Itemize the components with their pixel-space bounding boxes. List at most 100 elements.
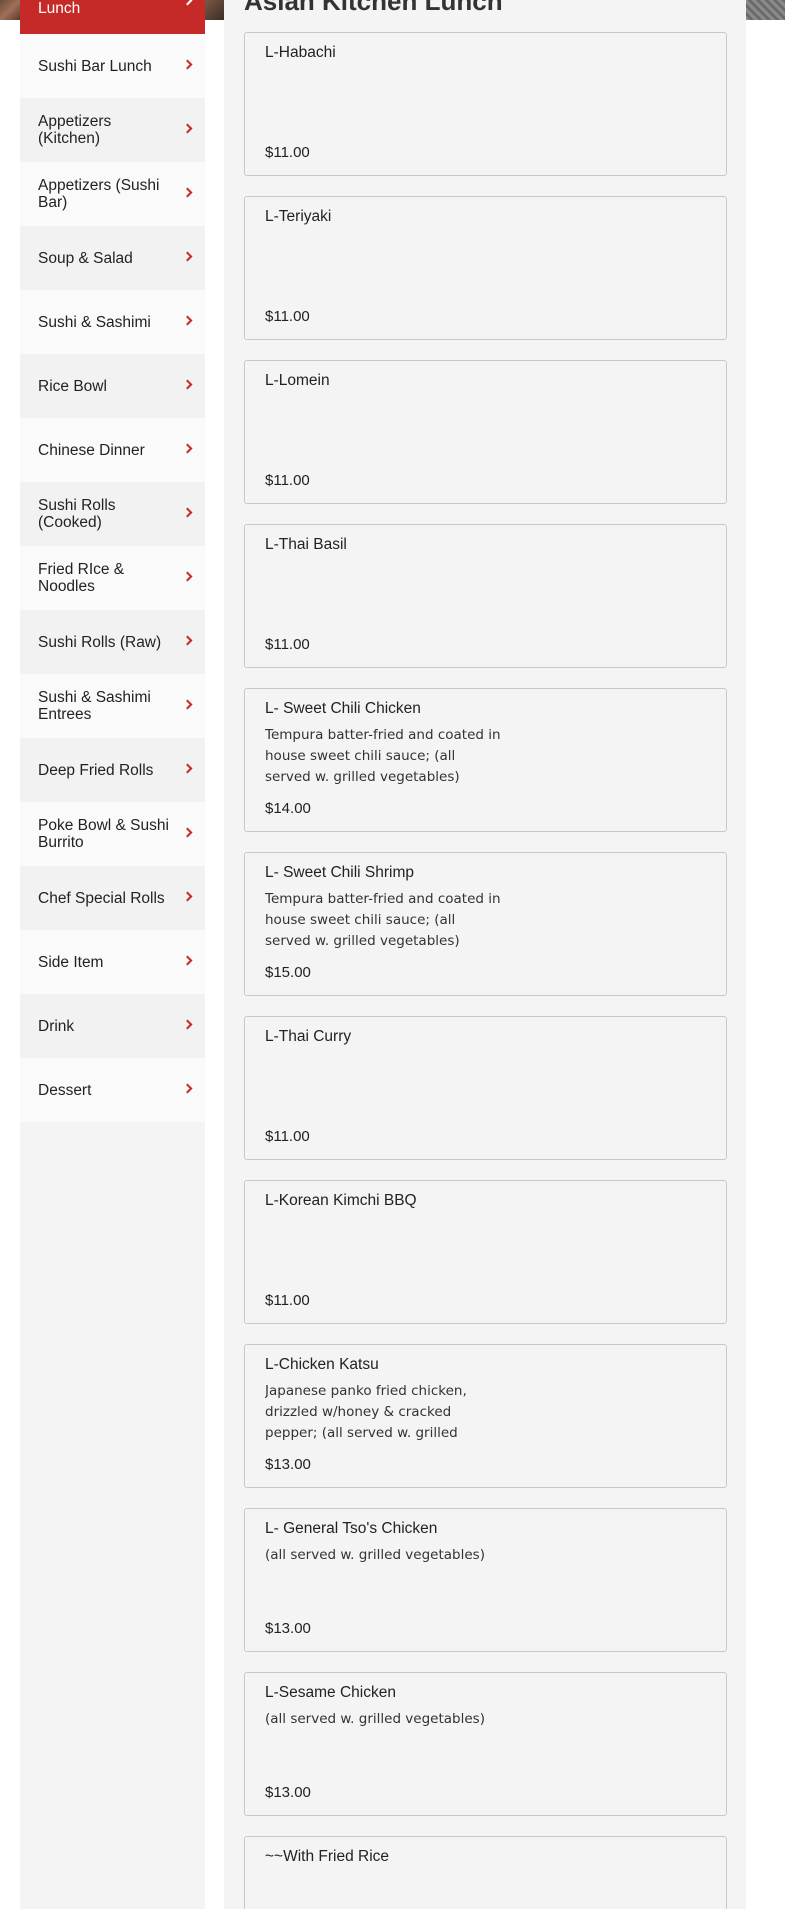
menu-item-card[interactable]: L-Thai Basil $11.00 — [244, 524, 727, 668]
sidebar-item-label: Appetizers (Kitchen) — [38, 113, 112, 147]
menu-item-name: L-Thai Curry — [265, 1028, 352, 1045]
menu-item-price: $13.00 — [265, 1784, 311, 1801]
menu-item-card[interactable]: L-Habachi $11.00 — [244, 32, 727, 176]
menu-item-price: $11.00 — [265, 1292, 310, 1309]
menu-item-description: Tempura batter-fried and coated in house… — [265, 727, 501, 785]
menu-item-price: $15.00 — [265, 964, 311, 981]
chevron-right-icon — [182, 1083, 193, 1094]
chevron-right-icon — [182, 827, 193, 838]
chevron-right-icon — [182, 955, 193, 966]
sidebar-item-label: Rice Bowl — [38, 377, 107, 395]
chevron-right-icon — [182, 699, 193, 710]
sidebar-item-label: Sushi & Sashimi — [38, 313, 151, 331]
chevron-right-icon — [182, 379, 193, 390]
menu-item-card[interactable]: ~~With Fried Rice — [244, 1836, 727, 1909]
page-title: Asian Kitchen Lunch — [244, 0, 503, 16]
sidebar-item-label: Poke Bowl & Sushi Burrito — [38, 817, 169, 851]
menu-item-card[interactable]: L-Lomein $11.00 — [244, 360, 727, 504]
header-photo-left — [0, 0, 20, 20]
menu-item-card[interactable]: L- Sweet Chili Chicken Tempura batter-fr… — [244, 688, 727, 832]
sidebar-item-sushi-sashimi-entrees[interactable]: Sushi & Sashimi Entrees — [20, 674, 205, 738]
sidebar-item-poke-bowl-sushi-burrito[interactable]: Poke Bowl & Sushi Burrito — [20, 802, 205, 866]
menu-item-name: L-Thai Basil — [265, 536, 347, 553]
sidebar-item-label: Deep Fried Rolls — [38, 761, 154, 779]
chevron-right-icon — [182, 1019, 193, 1030]
menu-item-card[interactable]: L-Korean Kimchi BBQ $11.00 — [244, 1180, 727, 1324]
menu-item-price: $13.00 — [265, 1456, 311, 1473]
chevron-right-icon — [182, 59, 193, 70]
menu-item-card[interactable]: L- General Tso's Chicken (all served w. … — [244, 1508, 727, 1652]
menu-item-price: $13.00 — [265, 1620, 311, 1637]
chevron-right-icon — [182, 251, 193, 262]
menu-item-card[interactable]: L-Chicken Katsu Japanese panko fried chi… — [244, 1344, 727, 1488]
sidebar-item-deep-fried-rolls[interactable]: Deep Fried Rolls — [20, 738, 205, 802]
menu-panel: Asian Kitchen Lunch L-Habachi $11.00 L-T… — [224, 0, 746, 1909]
menu-item-price: $11.00 — [265, 472, 310, 489]
sidebar-item-chef-special-rolls[interactable]: Chef Special Rolls — [20, 866, 205, 930]
chevron-right-icon — [182, 507, 193, 518]
menu-item-description: (all served w. grilled vegetables) — [265, 1711, 485, 1727]
sidebar-item-label: Appetizers (Sushi Bar) — [38, 177, 160, 211]
menu-item-name: L-Teriyaki — [265, 208, 332, 225]
menu-item-name: L-Habachi — [265, 44, 336, 61]
sidebar-item-rice-bowl[interactable]: Rice Bowl — [20, 354, 205, 418]
menu-item-price: $11.00 — [265, 144, 310, 161]
sidebar-item-soup-salad[interactable]: Soup & Salad — [20, 226, 205, 290]
chevron-right-icon — [182, 891, 193, 902]
category-sidebar: Lunch Sushi Bar Lunch Appetizers (Kitche… — [20, 0, 205, 1909]
menu-item-card[interactable]: L-Sesame Chicken (all served w. grilled … — [244, 1672, 727, 1816]
menu-item-price: $14.00 — [265, 800, 311, 817]
sidebar-item-lunch[interactable]: Lunch — [20, 0, 205, 34]
sidebar-item-label: Dessert — [38, 1081, 92, 1099]
chevron-right-icon — [182, 571, 193, 582]
sidebar-item-drink[interactable]: Drink — [20, 994, 205, 1058]
sidebar-item-label: Drink — [38, 1017, 75, 1035]
sidebar-item-sushi-sashimi[interactable]: Sushi & Sashimi — [20, 290, 205, 354]
menu-item-name: L- Sweet Chili Shrimp — [265, 864, 415, 881]
sidebar-item-fried-rice-noodles[interactable]: Fried RIce & Noodles — [20, 546, 205, 610]
menu-item-name: ~~With Fried Rice — [265, 1848, 390, 1865]
sidebar-item-sushi-bar-lunch[interactable]: Sushi Bar Lunch — [20, 34, 205, 98]
sidebar-item-label: Lunch — [38, 0, 81, 17]
sidebar-item-label: Fried RIce & Noodles — [38, 561, 125, 595]
sidebar-item-label: Chef Special Rolls — [38, 889, 165, 907]
sidebar-item-label: Soup & Salad — [38, 249, 133, 267]
menu-item-card[interactable]: L- Sweet Chili Shrimp Tempura batter-fri… — [244, 852, 727, 996]
menu-item-name: L-Chicken Katsu — [265, 1356, 379, 1373]
chevron-right-icon — [182, 187, 193, 198]
sidebar-item-label: Sushi Bar Lunch — [38, 57, 152, 75]
sidebar-item-appetizers-sushi-bar[interactable]: Appetizers (Sushi Bar) — [20, 162, 205, 226]
chevron-right-icon — [182, 443, 193, 454]
menu-item-name: L- Sweet Chili Chicken — [265, 700, 421, 717]
menu-item-description: Japanese panko fried chicken, drizzled w… — [265, 1383, 467, 1441]
sidebar-item-label: Sushi Rolls (Raw) — [38, 633, 162, 651]
sidebar-item-label: Side Item — [38, 953, 104, 971]
sidebar-item-chinese-dinner[interactable]: Chinese Dinner — [20, 418, 205, 482]
menu-item-name: L-Korean Kimchi BBQ — [265, 1192, 417, 1209]
chevron-right-icon — [182, 315, 193, 326]
menu-item-card[interactable]: L-Thai Curry $11.00 — [244, 1016, 727, 1160]
menu-item-description: (all served w. grilled vegetables) — [265, 1547, 485, 1563]
sidebar-item-label: Sushi Rolls (Cooked) — [38, 497, 116, 531]
chevron-right-icon — [182, 123, 193, 134]
chevron-right-icon — [182, 763, 193, 774]
menu-item-card[interactable]: L-Teriyaki $11.00 — [244, 196, 727, 340]
sidebar-item-appetizers-kitchen[interactable]: Appetizers (Kitchen) — [20, 98, 205, 162]
header-photo-right — [746, 0, 785, 20]
sidebar-item-sushi-rolls-cooked[interactable]: Sushi Rolls (Cooked) — [20, 482, 205, 546]
menu-item-name: L-Lomein — [265, 372, 330, 389]
sidebar-item-sushi-rolls-raw[interactable]: Sushi Rolls (Raw) — [20, 610, 205, 674]
menu-item-price: $11.00 — [265, 1128, 310, 1145]
chevron-right-icon — [182, 635, 193, 646]
sidebar-item-side-item[interactable]: Side Item — [20, 930, 205, 994]
sidebar-item-dessert[interactable]: Dessert — [20, 1058, 205, 1122]
header-photo-middle — [205, 0, 225, 20]
menu-item-price: $11.00 — [265, 308, 310, 325]
menu-item-name: L-Sesame Chicken — [265, 1684, 396, 1701]
sidebar-item-label: Sushi & Sashimi Entrees — [38, 689, 151, 723]
sidebar-item-label: Chinese Dinner — [38, 441, 145, 459]
menu-item-price: $11.00 — [265, 636, 310, 653]
menu-item-name: L- General Tso's Chicken — [265, 1520, 438, 1537]
menu-item-description: Tempura batter-fried and coated in house… — [265, 891, 501, 949]
chevron-right-icon — [182, 0, 193, 6]
